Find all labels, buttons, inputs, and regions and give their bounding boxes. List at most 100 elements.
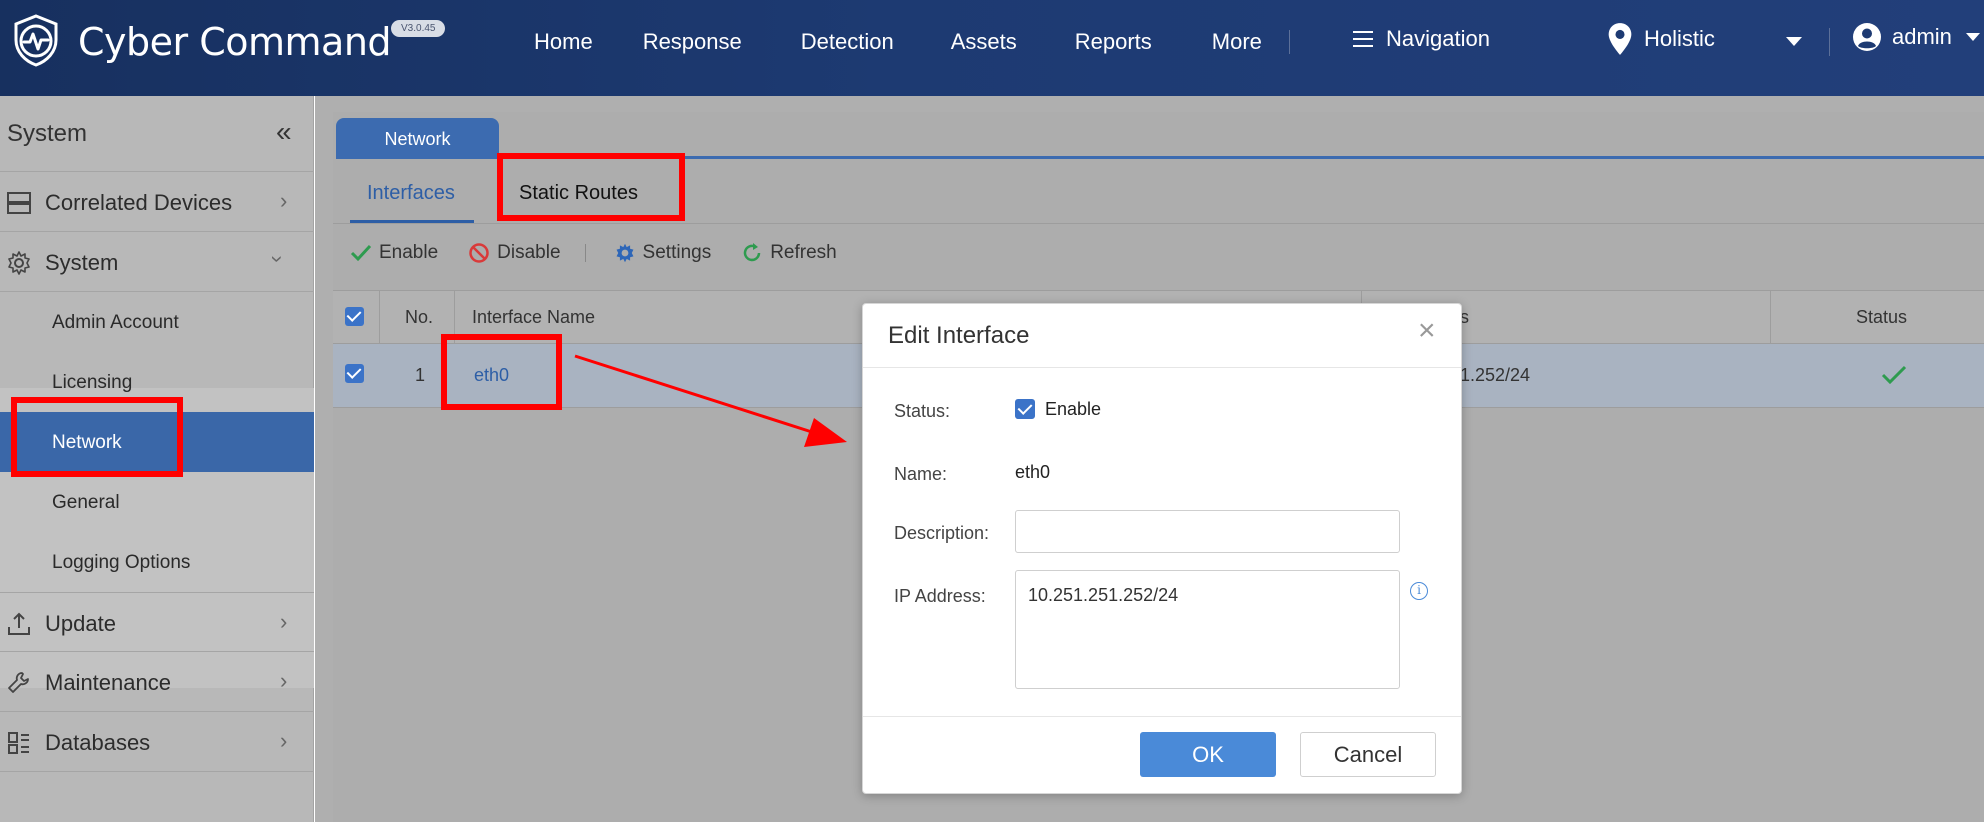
refresh-icon [743, 243, 761, 262]
column-header-status: Status [1856, 307, 1908, 327]
navigation-label: Navigation [1386, 26, 1490, 51]
caret-down-icon[interactable] [1786, 37, 1802, 46]
refresh-label: Refresh [770, 242, 837, 263]
status-check-icon [1881, 365, 1907, 385]
hamburger-icon [1353, 31, 1373, 47]
caret-down-icon [1965, 33, 1980, 41]
column-divider [1770, 291, 1771, 345]
collapse-sidebar-icon[interactable]: « [276, 116, 292, 148]
edit-interface-dialog: Edit Interface × Status: Enable Name: et… [862, 303, 1462, 794]
close-icon[interactable]: × [1418, 316, 1436, 346]
chevron-right-icon: › [280, 668, 288, 693]
cancel-button[interactable]: Cancel [1300, 732, 1436, 777]
nav-home[interactable]: Home [534, 29, 593, 55]
enable-label: Enable [379, 242, 439, 263]
sidebar-item-label: Databases [45, 730, 151, 755]
tab-network[interactable]: Network [336, 118, 499, 158]
view-label: Holistic [1644, 26, 1715, 51]
nav-detection[interactable]: Detection [801, 29, 894, 55]
dialog-footer-divider [863, 716, 1461, 717]
sidebar-header: System « [0, 96, 314, 172]
version-badge: V3.0.45 [391, 20, 446, 37]
row-checkbox[interactable] [345, 364, 364, 383]
info-icon[interactable]: i [1410, 582, 1428, 600]
highlight-static-routes [497, 153, 685, 221]
sidebar-item-label: Update [45, 611, 116, 636]
sidebar-subitem-label: Logging Options [52, 552, 191, 573]
sidebar-item-label: Maintenance [45, 670, 171, 695]
name-value: eth0 [1015, 462, 1051, 482]
top-bar: Cyber Command V3.0.45 Home Response Dete… [0, 0, 1984, 96]
select-all-checkbox[interactable] [345, 307, 364, 326]
gear-icon [616, 243, 634, 263]
status-label: Status: [894, 401, 951, 421]
settings-label: Settings [642, 242, 712, 263]
dialog-title: Edit Interface [888, 322, 1030, 349]
sidebar-subitem-label: Licensing [52, 372, 133, 393]
sidebar-item-system[interactable]: System › [0, 232, 314, 292]
refresh-button[interactable]: Refresh [741, 242, 837, 264]
sidebar-item-maintenance[interactable]: Maintenance › [0, 652, 314, 712]
highlight-network [11, 397, 183, 477]
ip-address-field[interactable]: 10.251.251.252/24 [1015, 570, 1400, 689]
sidebar-subitem-admin-account[interactable]: Admin Account [0, 292, 314, 352]
nav-response[interactable]: Response [643, 29, 742, 55]
ip-address-label: IP Address: [894, 586, 986, 606]
nav-more[interactable]: More [1212, 29, 1262, 55]
ban-icon [469, 243, 489, 263]
column-divider [379, 291, 380, 345]
wrench-icon [8, 672, 29, 693]
header-divider [1829, 28, 1830, 56]
column-header-no: No. [405, 307, 434, 327]
chevron-right-icon: › [280, 728, 288, 753]
map-pin-icon [1608, 23, 1632, 55]
disable-label: Disable [497, 242, 561, 263]
gear-icon [8, 251, 30, 275]
nav-divider [1288, 30, 1290, 54]
sidebar-subitem-label: Admin Account [52, 312, 179, 333]
nav-reports[interactable]: Reports [1075, 29, 1152, 55]
check-icon [350, 244, 372, 262]
top-navigation: Home Response Detection Assets Reports M… [510, 0, 1290, 84]
sidebar-subitem-label: General [52, 492, 120, 513]
sidebar-item-label: System [45, 250, 119, 275]
column-header-interface-name: Interface Name [472, 307, 596, 327]
tab-interfaces[interactable]: Interfaces [367, 182, 455, 205]
server-icon [7, 192, 31, 214]
ok-button[interactable]: OK [1140, 732, 1276, 777]
app-title: Cyber Command [78, 20, 392, 64]
user-menu[interactable]: admin [1852, 22, 1980, 52]
chevron-down-icon: › [265, 255, 291, 263]
row-ip-address: 1.252/24 [1460, 365, 1531, 385]
user-avatar-icon [1853, 23, 1881, 51]
status-value: Enable [1045, 399, 1102, 419]
toolbar-divider [584, 244, 586, 262]
name-label: Name: [894, 464, 948, 484]
upload-icon [8, 612, 30, 635]
sidebar-item-label: Correlated Devices [45, 190, 233, 215]
sidebar-item-correlated-devices[interactable]: Correlated Devices › [0, 172, 314, 232]
chevron-right-icon: › [280, 188, 288, 213]
enable-button[interactable]: Enable [350, 242, 438, 264]
user-name: admin [1892, 24, 1952, 49]
sidebar-subitem-logging-options[interactable]: Logging Options [0, 532, 314, 592]
dialog-header-divider [863, 367, 1461, 368]
status-checkbox[interactable] [1015, 399, 1035, 419]
app-logo-icon [14, 14, 58, 67]
highlight-eth0 [441, 334, 562, 410]
navigation-menu-button[interactable]: Navigation [1352, 26, 1490, 52]
view-selector[interactable]: Holistic [1606, 22, 1715, 56]
description-field[interactable] [1015, 510, 1400, 553]
disable-button[interactable]: Disable [468, 242, 561, 264]
sidebar-item-update[interactable]: Update › [0, 592, 314, 652]
sidebar-item-databases[interactable]: Databases › [0, 712, 314, 772]
nav-assets[interactable]: Assets [951, 29, 1017, 55]
chevron-right-icon: › [280, 609, 288, 634]
dashboard-icon [8, 732, 29, 754]
subtab-divider [333, 223, 1984, 224]
sidebar-title: System [7, 120, 88, 147]
toolbar: Enable Disable Settings Refresh [350, 238, 867, 268]
row-number: 1 [415, 365, 426, 385]
sidebar-subitem-general[interactable]: General [0, 472, 314, 532]
settings-button[interactable]: Settings [614, 242, 712, 264]
